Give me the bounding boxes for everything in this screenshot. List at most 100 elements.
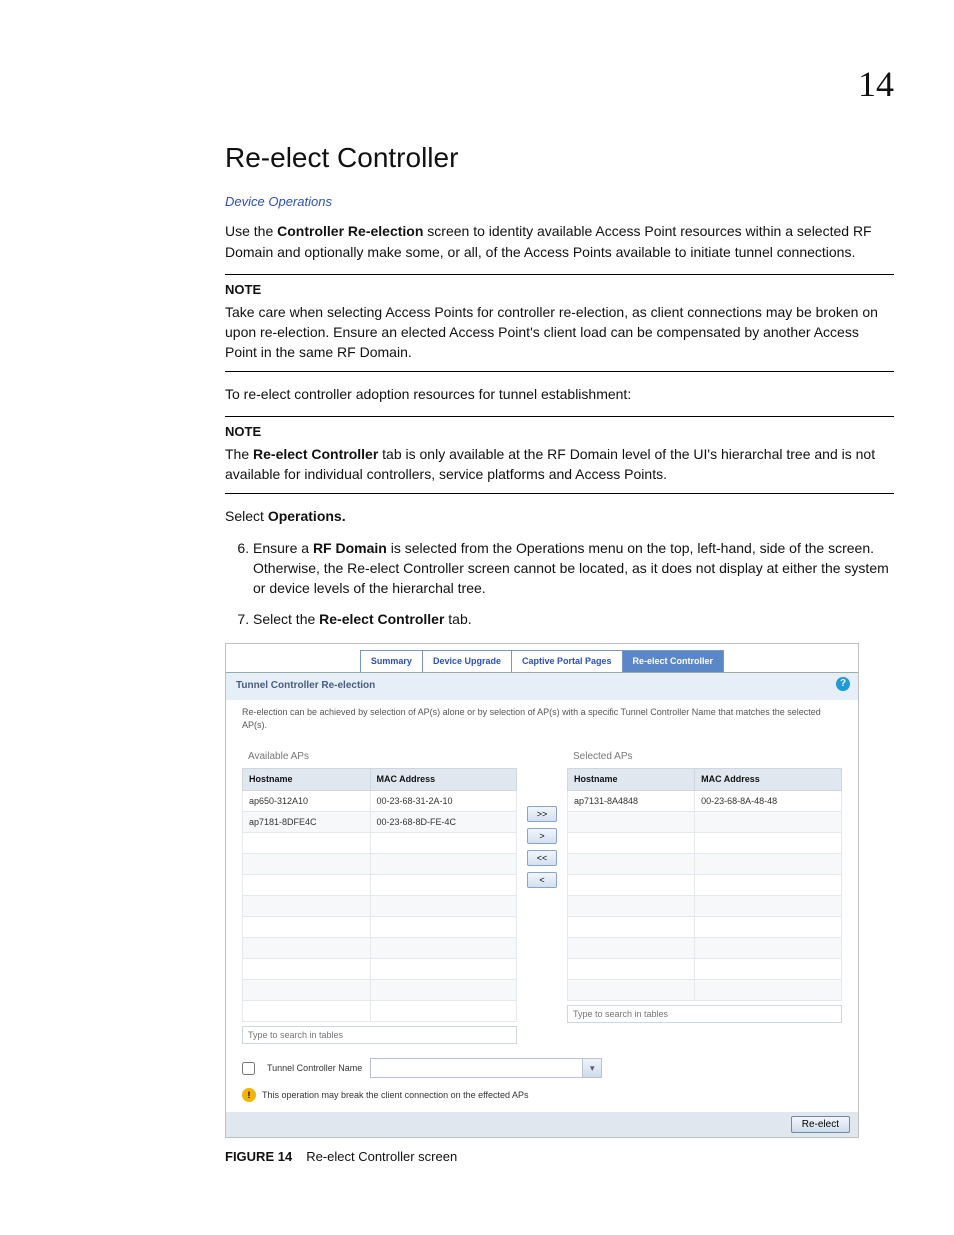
cell-mac <box>370 938 517 959</box>
section-description: Re-election can be achieved by selection… <box>226 700 858 746</box>
text: The <box>225 446 253 462</box>
selected-aps-table[interactable]: Hostname MAC Address ap7131-8A484800-23-… <box>567 768 842 1001</box>
table-row[interactable]: ap7131-8A484800-23-68-8A-48-48 <box>568 791 842 812</box>
table-row[interactable] <box>568 959 842 980</box>
cell-hostname <box>243 917 371 938</box>
panel-title: Available APs <box>242 746 517 769</box>
table-row[interactable] <box>568 854 842 875</box>
section-title: Tunnel Controller Re-election <box>236 680 375 691</box>
tab-bar: SummaryDevice UpgradeCaptive Portal Page… <box>226 644 858 673</box>
cell-hostname <box>243 959 371 980</box>
warning-icon: ! <box>242 1088 256 1102</box>
text: Use the <box>225 223 277 239</box>
table-row[interactable] <box>568 875 842 896</box>
table-row[interactable]: ap7181-8DFE4C00-23-68-8D-FE-4C <box>243 812 517 833</box>
tab-summary[interactable]: Summary <box>360 650 423 672</box>
cell-hostname <box>568 896 695 917</box>
cell-hostname <box>243 854 371 875</box>
page-title: Re-elect Controller <box>225 138 894 179</box>
table-row[interactable] <box>243 833 517 854</box>
help-icon[interactable]: ? <box>836 677 850 691</box>
tab-device-upgrade[interactable]: Device Upgrade <box>422 650 512 672</box>
chevron-down-icon[interactable]: ▾ <box>582 1059 601 1077</box>
cell-hostname <box>568 917 695 938</box>
warning-text: This operation may break the client conn… <box>262 1089 529 1102</box>
tunnel-controller-name-checkbox[interactable] <box>242 1062 255 1075</box>
column-header-mac[interactable]: MAC Address <box>695 769 842 791</box>
cell-hostname <box>243 875 371 896</box>
cell-mac: 00-23-68-8A-48-48 <box>695 791 842 812</box>
table-row[interactable] <box>568 896 842 917</box>
cell-mac <box>695 980 842 1001</box>
move-all-left-button[interactable]: << <box>527 850 557 866</box>
figure-label: FIGURE 14 <box>225 1149 292 1164</box>
cell-hostname <box>568 938 695 959</box>
note-heading: NOTE <box>225 423 894 442</box>
table-row[interactable] <box>568 812 842 833</box>
move-right-button[interactable]: > <box>527 828 557 844</box>
cell-hostname <box>568 959 695 980</box>
note-callout: NOTE The Re-elect Controller tab is only… <box>225 416 894 493</box>
cell-hostname: ap7181-8DFE4C <box>243 812 371 833</box>
table-row[interactable] <box>568 980 842 1001</box>
table-row[interactable] <box>243 875 517 896</box>
table-row[interactable] <box>243 1001 517 1022</box>
table-row[interactable] <box>568 938 842 959</box>
table-row[interactable] <box>568 917 842 938</box>
move-left-button[interactable]: < <box>527 872 557 888</box>
move-all-right-button[interactable]: >> <box>527 806 557 822</box>
cell-hostname <box>243 833 371 854</box>
step-list: Ensure a RF Domain is selected from the … <box>225 538 894 629</box>
figure-caption-text: Re-elect Controller screen <box>306 1149 457 1164</box>
paragraph: Select Operations. <box>225 506 894 526</box>
table-row[interactable] <box>243 980 517 1001</box>
cell-hostname <box>568 854 695 875</box>
cell-hostname <box>243 896 371 917</box>
cell-mac <box>370 875 517 896</box>
available-aps-panel: Available APs Hostname MAC Address ap650… <box>242 746 517 1045</box>
reelect-button[interactable]: Re-elect <box>791 1116 850 1133</box>
selected-aps-panel: Selected APs Hostname MAC Address ap7131… <box>567 746 842 1024</box>
column-header-mac[interactable]: MAC Address <box>370 769 517 791</box>
cell-hostname <box>243 938 371 959</box>
tunnel-controller-name-label: Tunnel Controller Name <box>267 1062 362 1075</box>
cell-mac <box>695 854 842 875</box>
table-row[interactable] <box>243 854 517 875</box>
cell-mac <box>695 959 842 980</box>
note-body: The Re-elect Controller tab is only avai… <box>225 444 894 485</box>
cell-mac <box>370 917 517 938</box>
tab-re-elect-controller[interactable]: Re-elect Controller <box>622 650 725 672</box>
cell-hostname <box>243 1001 371 1022</box>
selected-search-input[interactable] <box>567 1005 842 1023</box>
table-row[interactable] <box>243 938 517 959</box>
cell-hostname <box>568 980 695 1001</box>
cell-mac: 00-23-68-8D-FE-4C <box>370 812 517 833</box>
cell-hostname <box>243 980 371 1001</box>
cell-hostname <box>568 812 695 833</box>
available-search-input[interactable] <box>242 1026 517 1044</box>
column-header-hostname[interactable]: Hostname <box>568 769 695 791</box>
cell-hostname: ap650-312A10 <box>243 791 371 812</box>
text: Select <box>225 508 268 524</box>
cell-mac <box>370 959 517 980</box>
column-header-hostname[interactable]: Hostname <box>243 769 371 791</box>
table-row[interactable] <box>243 917 517 938</box>
available-aps-table[interactable]: Hostname MAC Address ap650-312A1000-23-6… <box>242 768 517 1022</box>
step-item: Ensure a RF Domain is selected from the … <box>253 538 894 599</box>
breadcrumb[interactable]: Device Operations <box>225 193 894 212</box>
text: RF Domain <box>313 540 387 556</box>
cell-hostname <box>568 833 695 854</box>
tunnel-controller-name-combo[interactable]: ▾ <box>370 1058 602 1078</box>
cell-mac <box>370 1001 517 1022</box>
cell-mac <box>695 812 842 833</box>
text: Re-elect Controller <box>319 611 444 627</box>
table-row[interactable]: ap650-312A1000-23-68-31-2A-10 <box>243 791 517 812</box>
table-row[interactable] <box>568 833 842 854</box>
table-row[interactable] <box>243 896 517 917</box>
cell-mac <box>695 875 842 896</box>
table-row[interactable] <box>243 959 517 980</box>
cell-mac <box>695 896 842 917</box>
text: Ensure a <box>253 540 313 556</box>
tab-captive-portal-pages[interactable]: Captive Portal Pages <box>511 650 623 672</box>
paragraph: To re-elect controller adoption resource… <box>225 384 894 404</box>
